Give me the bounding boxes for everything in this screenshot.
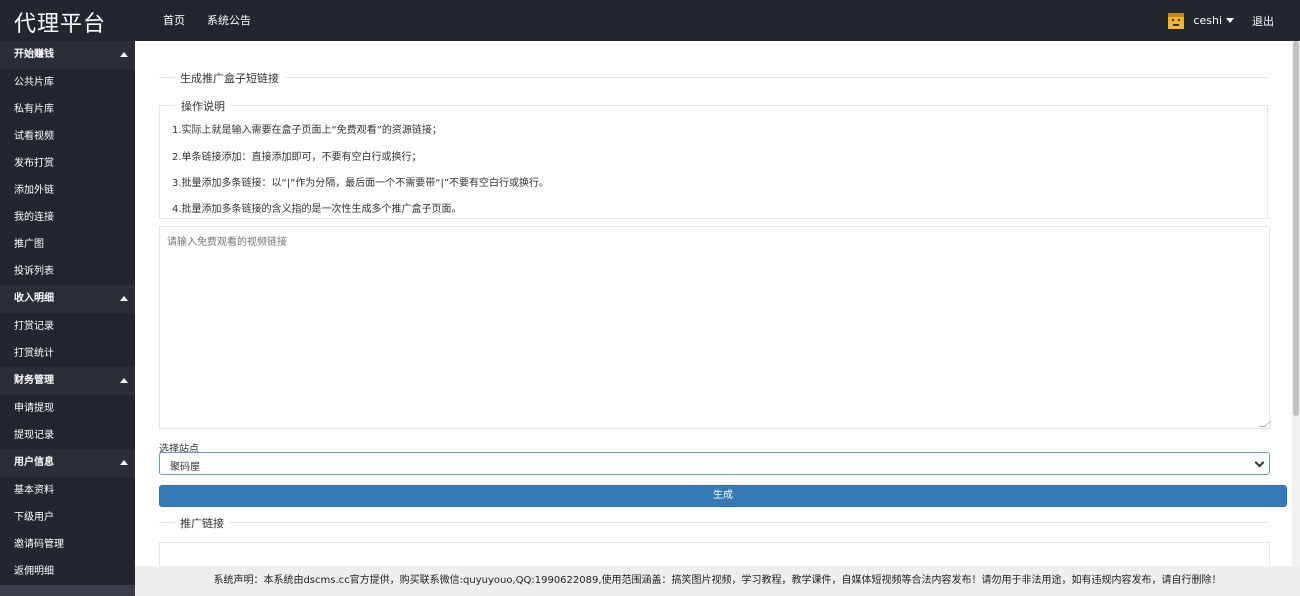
scrollbar[interactable] [1292,41,1300,566]
top-bar: 代理平台 首页 系统公告 ceshi 退出 [0,0,1300,41]
section-divider [159,77,1268,78]
scrollbar-thumb[interactable] [1293,41,1299,416]
sidebar-item-withdraw-request[interactable]: 申请提现 [0,395,135,422]
nav-home[interactable]: 首页 [152,0,196,41]
sidebar-item-reward-stats[interactable]: 打赏统计 [0,340,135,367]
chevron-up-icon [120,378,128,383]
instruction-line: 1.实际上就是输入需要在盒子页面上“免费观看”的资源链接； [172,125,442,136]
section-title: 生成推广盒子短链接 [174,70,285,86]
sidebar-item-publish-reward[interactable]: 发布打赏 [0,150,135,177]
result-title: 推广链接 [174,515,230,531]
instructions-title: 操作说明 [175,98,231,114]
chevron-down-icon[interactable] [1226,18,1234,23]
top-nav: 首页 系统公告 [152,0,262,41]
sidebar-item-sub-users[interactable]: 下级用户 [0,504,135,531]
instruction-line: 4.批量添加多条链接的含义指的是一次性生成多个推广盒子页面。 [172,204,462,215]
chevron-up-icon [120,52,128,57]
instructions-box: 操作说明 1.实际上就是输入需要在盒子页面上“免费观看”的资源链接； 2.单条链… [159,98,1268,219]
sidebar-item-add-external-link[interactable]: 添加外链 [0,177,135,204]
user-area: ceshi 退出 [1167,0,1274,41]
generate-button[interactable]: 生成 [159,485,1287,507]
sidebar-item-private-library[interactable]: 私有片库 [0,96,135,123]
nav-announcement[interactable]: 系统公告 [196,0,262,41]
footer-notice: 系统声明：本系统由dscms.cc官方提供，购买联系微信:quyuyouo,QQ… [135,566,1300,596]
sidebar: 开始赚钱 公共片库 私有片库 试看视频 发布打赏 添加外链 我的连接 推广图 投… [0,41,135,596]
sidebar-item-reward-records[interactable]: 打赏记录 [0,313,135,340]
logo: 代理平台 [14,12,107,37]
sidebar-item-withdraw-records[interactable]: 提现记录 [0,422,135,449]
chevron-down-icon [1254,457,1265,468]
sidebar-group-earn[interactable]: 开始赚钱 [0,41,135,69]
sidebar-group-finance[interactable]: 财务管理 [0,367,135,395]
sidebar-item-promo-image[interactable]: 推广图 [0,231,135,258]
sidebar-item-trial-video[interactable]: 试看视频 [0,123,135,150]
sidebar-item-public-library[interactable]: 公共片库 [0,69,135,96]
sidebar-group-income[interactable]: 收入明细 [0,285,135,313]
instruction-line: 2.单条链接添加：直接添加即可，不要有空白行或换行； [172,152,422,163]
chevron-up-icon [120,460,128,465]
logout-link[interactable]: 退出 [1252,13,1274,29]
result-divider [159,522,1268,523]
sidebar-item-complaints[interactable]: 投诉列表 [0,258,135,285]
chevron-up-icon [120,296,128,301]
site-select-value: 聚码屋 [170,462,200,473]
sidebar-item-invite-codes[interactable]: 邀请码管理 [0,531,135,558]
username[interactable]: ceshi [1193,14,1222,27]
video-links-input[interactable] [159,226,1270,429]
avatar-icon[interactable] [1167,12,1185,30]
main-content: 生成推广盒子短链接 操作说明 1.实际上就是输入需要在盒子页面上“免费观看”的资… [135,41,1292,582]
sidebar-group-user[interactable]: 用户信息 [0,449,135,477]
site-select[interactable]: 聚码屋 [159,452,1270,475]
sidebar-item-commission[interactable]: 返佣明细 [0,558,135,585]
sidebar-item-basic-profile[interactable]: 基本资料 [0,477,135,504]
instruction-line: 3.批量添加多条链接：以“|”作为分隔，最后面一个不需要带“|”不要有空白行或换… [172,178,550,189]
sidebar-item-my-links[interactable]: 我的连接 [0,204,135,231]
